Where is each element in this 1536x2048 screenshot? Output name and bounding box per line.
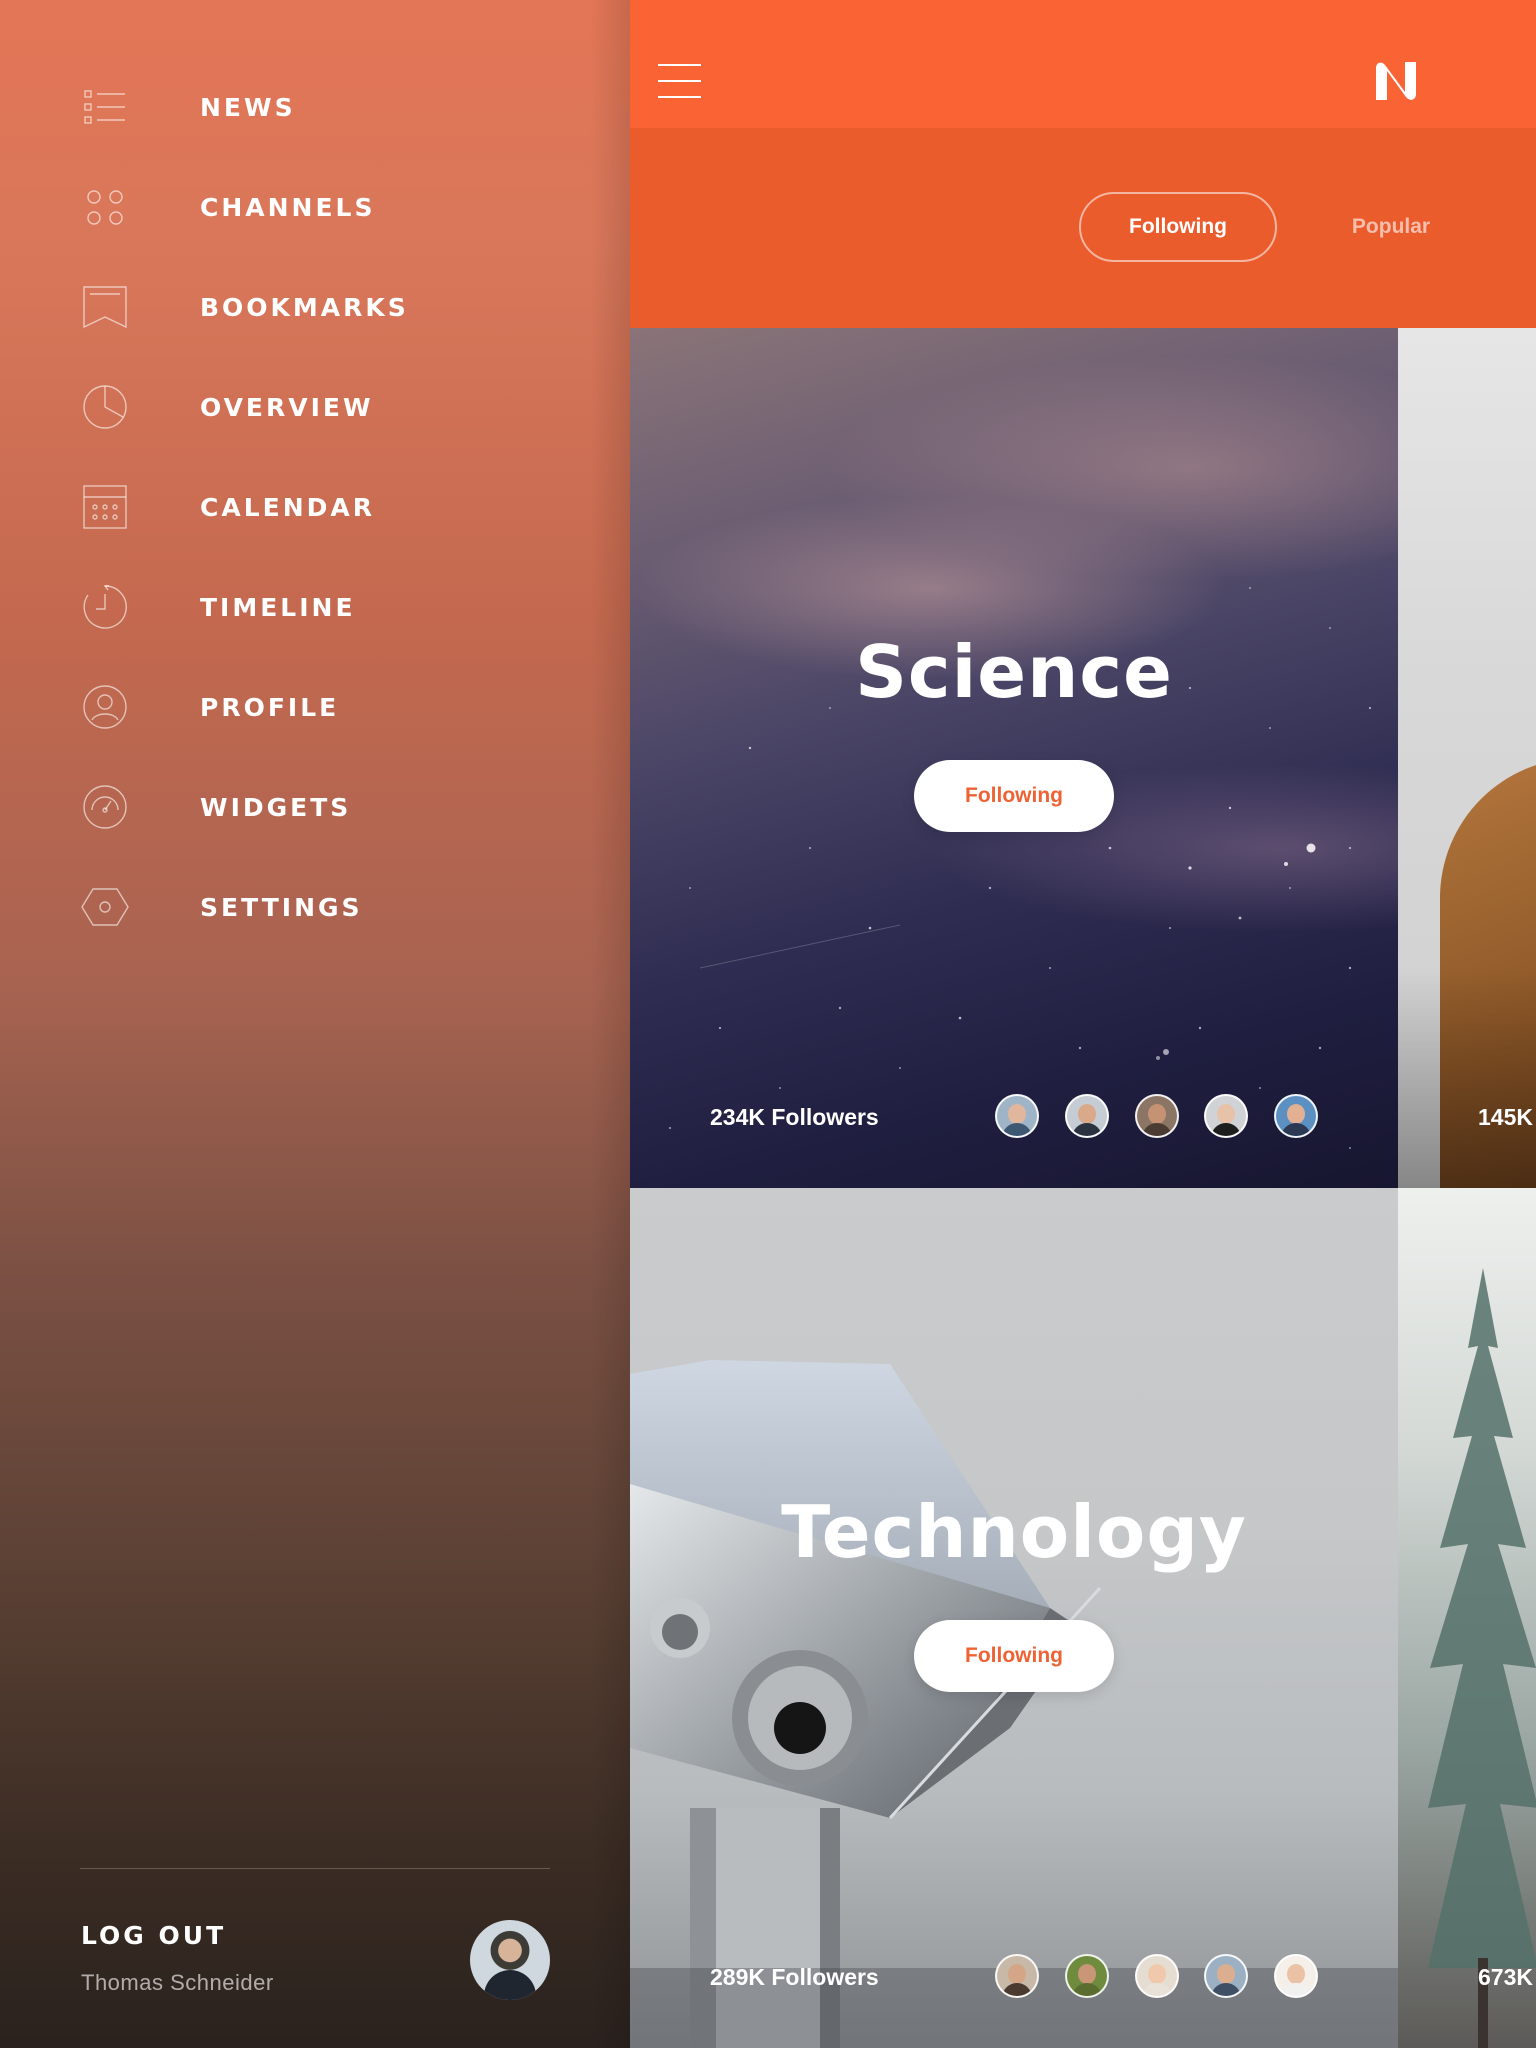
bookmark-icon (80, 282, 130, 332)
channel-card-peek[interactable] (1398, 328, 1536, 1188)
calendar-icon (80, 482, 130, 532)
sidebar-item-label: SETTINGS (200, 892, 363, 922)
channel-title: Technology (781, 1490, 1247, 1574)
logout-button[interactable]: LOG OUT (81, 1921, 226, 1950)
followers-count: 289K Followers (710, 1964, 879, 1990)
sidebar-item-widgets[interactable]: WIDGETS (0, 757, 630, 857)
follow-button[interactable]: Following (914, 760, 1114, 832)
sidebar-item-news[interactable]: NEWS (0, 57, 630, 157)
channel-card-science[interactable]: Science Following 234K Followers (630, 328, 1398, 1188)
list-icon (80, 82, 130, 132)
avatar[interactable] (1135, 1094, 1179, 1138)
grid-dots-icon (80, 182, 130, 232)
tab-following[interactable]: Following (1079, 192, 1277, 262)
avatar[interactable] (1274, 1954, 1318, 1998)
follower-avatars (995, 1954, 1325, 2000)
hexagon-icon (80, 882, 130, 932)
sidebar-item-label: WIDGETS (200, 792, 352, 822)
sidebar-item-settings[interactable]: SETTINGS (0, 857, 630, 957)
sidebar-item-profile[interactable]: PROFILE (0, 657, 630, 757)
avatar[interactable] (1204, 1094, 1248, 1138)
follower-avatars (995, 1094, 1325, 1140)
avatar[interactable] (470, 1920, 550, 2000)
channel-card-peek[interactable] (1398, 1188, 1536, 2048)
sidebar-item-label: TIMELINE (200, 592, 356, 622)
avatar[interactable] (1065, 1094, 1109, 1138)
avatar[interactable] (1065, 1954, 1109, 1998)
sidebar-item-label: OVERVIEW (200, 392, 374, 422)
sidebar-item-label: NEWS (200, 92, 296, 122)
followers-count: 234K Followers (710, 1104, 879, 1130)
user-name: Thomas Schneider (81, 1970, 274, 1995)
follow-button[interactable]: Following (914, 1620, 1114, 1692)
tab-bar: Following Popular (630, 128, 1536, 328)
n-logo-icon[interactable] (1372, 58, 1422, 104)
pie-chart-icon (80, 382, 130, 432)
gauge-icon (80, 782, 130, 832)
divider (80, 1868, 550, 1869)
avatar[interactable] (1274, 1094, 1318, 1138)
sidebar-item-channels[interactable]: CHANNELS (0, 157, 630, 257)
avatar[interactable] (995, 1954, 1039, 1998)
tree-image (1428, 1268, 1536, 2048)
user-icon (80, 682, 130, 732)
sidebar-item-overview[interactable]: OVERVIEW (0, 357, 630, 457)
avatar[interactable] (995, 1094, 1039, 1138)
binocular-image (630, 1360, 1398, 2048)
hamburger-icon[interactable] (658, 62, 702, 102)
top-bar (630, 0, 1536, 128)
main-content: Following Popular Science Following 234K… (630, 0, 1536, 2048)
channel-title: Science (855, 630, 1173, 714)
tab-popular[interactable]: Popular (1321, 192, 1461, 262)
sidebar-item-timeline[interactable]: TIMELINE (0, 557, 630, 657)
sidebar-footer: LOG OUT Thomas Schneider (0, 1868, 630, 2048)
sidebar-item-label: CHANNELS (200, 192, 376, 222)
sidebar: NEWS CHANNELS BOOKMARKS OVERVIEW CALENDA… (0, 0, 630, 2048)
sidebar-item-calendar[interactable]: CALENDAR (0, 457, 630, 557)
sidebar-item-label: BOOKMARKS (200, 292, 409, 322)
avatar[interactable] (1135, 1954, 1179, 1998)
sidebar-item-bookmarks[interactable]: BOOKMARKS (0, 257, 630, 357)
starfield-image (668, 587, 1372, 1149)
channel-card-technology[interactable]: Technology Following 289K Followers (630, 1188, 1398, 2048)
clock-icon (80, 582, 130, 632)
avatar[interactable] (1204, 1954, 1248, 1998)
followers-count: 145K (1478, 1104, 1533, 1130)
sidebar-item-label: CALENDAR (200, 492, 375, 522)
followers-count: 673K (1478, 1964, 1533, 1990)
sidebar-item-label: PROFILE (200, 692, 340, 722)
